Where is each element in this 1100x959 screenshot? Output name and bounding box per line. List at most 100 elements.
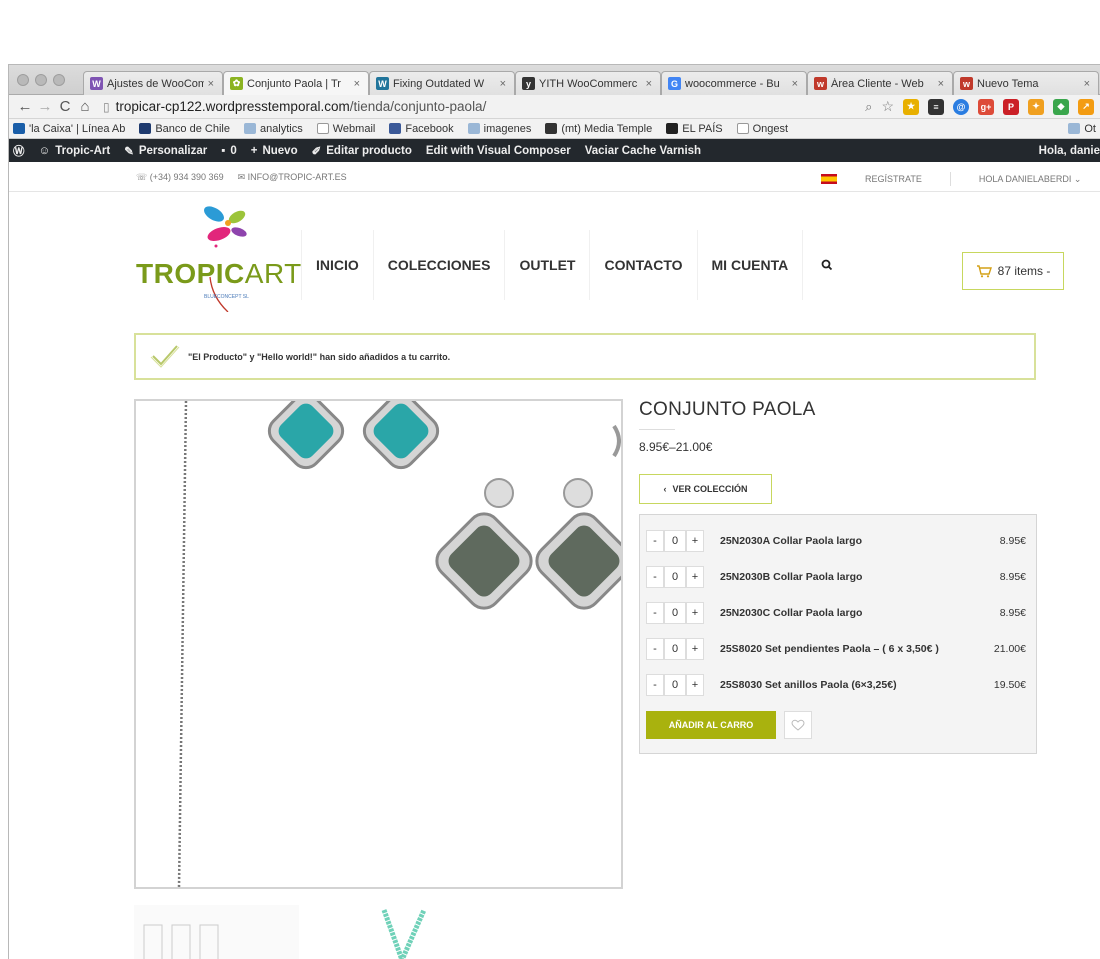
tab-fixing-outdated[interactable]: W Fixing Outdated W × xyxy=(369,71,515,95)
bookmark-media-temple[interactable]: (mt) Media Temple xyxy=(545,123,652,135)
minimize-window-button[interactable] xyxy=(35,74,47,86)
menu-item-inicio[interactable]: INICIO xyxy=(301,230,374,300)
tab-yith[interactable]: y YITH WooCommerc × xyxy=(515,71,661,95)
item-price: 8.95€ xyxy=(999,535,1026,547)
tab-nuevo-tema[interactable]: w Nuevo Tema × xyxy=(953,71,1099,95)
tab-woocommerce-settings[interactable]: W Ajustes de WooCom × xyxy=(83,71,223,95)
tab-conjunto-paola[interactable]: ✿ Conjunto Paola | Tr × xyxy=(223,71,369,95)
decrement-button[interactable]: - xyxy=(646,674,664,696)
item-name[interactable]: 25N2030A Collar Paola largo xyxy=(720,535,984,547)
home-icon[interactable]: ⌂ xyxy=(75,98,95,115)
phone-link[interactable]: ☏ (+34) 934 390 369 xyxy=(136,172,224,183)
admin-comments-link[interactable]: ▪ 0 xyxy=(221,145,236,157)
chart-icon[interactable]: ↗ xyxy=(1078,98,1094,115)
close-tab-icon[interactable]: × xyxy=(792,78,798,90)
account-dropdown[interactable]: HOLA DANIELABERDI ⌄ xyxy=(979,174,1082,185)
admin-account-link[interactable]: Hola, danie xyxy=(1039,145,1100,157)
bookmark-analytics[interactable]: analytics xyxy=(243,123,303,135)
extension-star-icon[interactable]: ★ xyxy=(903,98,919,115)
close-window-button[interactable] xyxy=(17,74,29,86)
bookmark-imagenes[interactable]: imagenes xyxy=(467,123,531,135)
at-icon[interactable]: @ xyxy=(953,98,969,115)
google-plus-icon[interactable]: g+ xyxy=(978,98,994,115)
menu-item-contacto[interactable]: CONTACTO xyxy=(590,230,698,300)
bookmark-facebook[interactable]: Facebook xyxy=(389,123,454,135)
close-tab-icon[interactable]: × xyxy=(646,78,652,90)
item-price: 8.95€ xyxy=(999,607,1026,619)
quantity-stepper[interactable]: - 0 + xyxy=(646,674,704,696)
increment-button[interactable]: + xyxy=(686,638,704,660)
zoom-window-button[interactable] xyxy=(53,74,65,86)
item-name[interactable]: 25N2030C Collar Paola largo xyxy=(720,607,984,619)
forward-arrow-icon[interactable]: → xyxy=(35,98,55,115)
increment-button[interactable]: + xyxy=(686,674,704,696)
bookmark-other[interactable]: Ot xyxy=(1068,123,1096,135)
increment-button[interactable]: + xyxy=(686,602,704,624)
thumbnail-2[interactable] xyxy=(381,908,427,959)
quantity-input[interactable]: 0 xyxy=(664,674,686,696)
view-collection-button[interactable]: ‹ VER COLECCIÓN xyxy=(639,474,772,504)
pinterest-icon[interactable]: P xyxy=(1003,98,1019,115)
admin-cache-link[interactable]: Vaciar Cache Varnish xyxy=(585,145,701,157)
tab-google-search[interactable]: G woocommerce - Bu × xyxy=(661,71,807,95)
quantity-input[interactable]: 0 xyxy=(664,602,686,624)
quantity-input[interactable]: 0 xyxy=(664,530,686,552)
wishlist-button[interactable] xyxy=(784,711,812,739)
bookmark-star-icon[interactable]: ☆ xyxy=(881,98,894,115)
quantity-input[interactable]: 0 xyxy=(664,638,686,660)
cart-button[interactable]: 87 items - xyxy=(962,252,1064,290)
quantity-stepper[interactable]: - 0 + xyxy=(646,602,704,624)
admin-new-link[interactable]: + Nuevo xyxy=(251,145,298,157)
back-arrow-icon[interactable]: ← xyxy=(15,98,35,115)
menu-item-mi-cuenta[interactable]: MI CUENTA xyxy=(698,230,804,300)
buffer-icon[interactable]: ≡ xyxy=(928,98,944,115)
thumbnail-1[interactable] xyxy=(134,905,299,959)
reload-icon[interactable]: C xyxy=(55,98,75,115)
decrement-button[interactable]: - xyxy=(646,530,664,552)
address-bar[interactable]: ▯ tropicar-cp122.wordpresstemporal.com/t… xyxy=(103,97,803,117)
add-to-cart-button[interactable]: AÑADIR AL CARRO xyxy=(646,711,776,739)
admin-visual-composer-link[interactable]: Edit with Visual Composer xyxy=(426,145,571,157)
quantity-stepper[interactable]: - 0 + xyxy=(646,566,704,588)
close-tab-icon[interactable]: × xyxy=(938,78,944,90)
bookmark-el-pais[interactable]: EL PAÍS xyxy=(666,123,723,135)
close-tab-icon[interactable]: × xyxy=(354,78,360,90)
bookmark-la-caixa[interactable]: 'la Caixa' | Línea Ab xyxy=(13,123,125,135)
decrement-button[interactable]: - xyxy=(646,638,664,660)
item-name[interactable]: 25N2030B Collar Paola largo xyxy=(720,571,984,583)
item-name[interactable]: 25S8030 Set anillos Paola (6×3,25€) xyxy=(720,679,984,691)
bookmark-banco-de-chile[interactable]: Banco de Chile xyxy=(139,123,230,135)
wordpress-logo-icon[interactable]: Ⓦ xyxy=(13,143,25,159)
tab-area-cliente[interactable]: w Área Cliente - Web × xyxy=(807,71,953,95)
close-tab-icon[interactable]: × xyxy=(1084,78,1090,90)
decrement-button[interactable]: - xyxy=(646,566,664,588)
search-icon[interactable] xyxy=(803,230,851,300)
quantity-stepper[interactable]: - 0 + xyxy=(646,638,704,660)
decrement-button[interactable]: - xyxy=(646,602,664,624)
quantity-stepper[interactable]: - 0 + xyxy=(646,530,704,552)
plus-icon: + xyxy=(250,144,258,157)
bookmark-ongest[interactable]: Ongest xyxy=(736,123,788,135)
site-logo[interactable]: TROPICART BLUECONCEPT SL xyxy=(136,202,301,313)
menu-item-colecciones[interactable]: COLECCIONES xyxy=(374,230,506,300)
extension-green-icon[interactable]: ◆ xyxy=(1053,98,1069,115)
product-image[interactable] xyxy=(134,399,623,889)
menu-item-outlet[interactable]: OUTLET xyxy=(505,230,591,300)
item-name[interactable]: 25S8020 Set pendientes Paola – ( 6 x 3,5… xyxy=(720,643,984,655)
admin-edit-product-link[interactable]: ✐ Editar producto xyxy=(312,144,412,158)
close-tab-icon[interactable]: × xyxy=(500,78,506,90)
close-tab-icon[interactable]: × xyxy=(208,78,214,90)
product-photo xyxy=(177,401,621,887)
increment-button[interactable]: + xyxy=(686,530,704,552)
bookmark-webmail[interactable]: Webmail xyxy=(316,123,375,135)
zoom-icon[interactable]: ⌕ xyxy=(865,99,872,115)
admin-site-link[interactable]: ☺ Tropic-Art xyxy=(39,145,111,157)
admin-customize-link[interactable]: ✎ Personalizar xyxy=(124,144,207,158)
email-link[interactable]: ✉ INFO@TROPIC-ART.ES xyxy=(238,172,347,183)
spain-flag-icon[interactable] xyxy=(821,174,837,184)
increment-button[interactable]: + xyxy=(686,566,704,588)
quantity-input[interactable]: 0 xyxy=(664,566,686,588)
bulb-icon[interactable]: ✦ xyxy=(1028,98,1044,115)
register-link[interactable]: REGÍSTRATE xyxy=(865,174,922,184)
yith-icon: y xyxy=(522,77,535,90)
